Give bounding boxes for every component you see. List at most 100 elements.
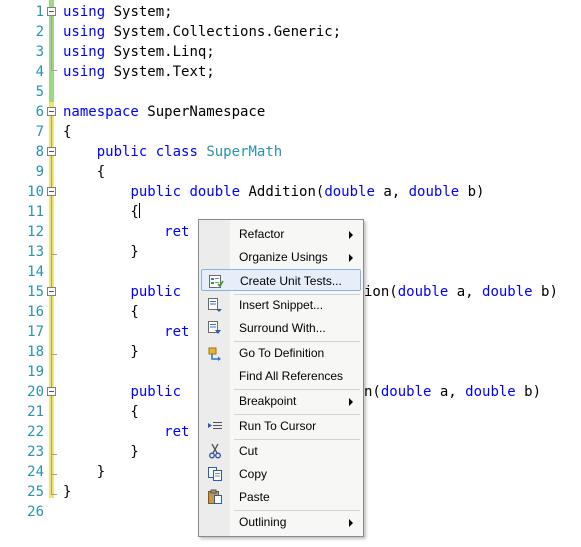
paste-icon xyxy=(208,489,222,504)
surround-with-icon xyxy=(208,321,221,334)
collapse-toggle[interactable] xyxy=(47,7,56,16)
line-number: 2 xyxy=(35,24,44,40)
keyword: double xyxy=(408,184,460,200)
submenu-arrow-icon xyxy=(349,254,353,262)
line-number: 20 xyxy=(27,384,44,400)
code-line[interactable]: { xyxy=(63,122,71,142)
scissors-icon xyxy=(209,443,221,459)
line-number: 5 xyxy=(35,84,44,100)
keyword: ret xyxy=(164,224,190,240)
code-line[interactable]: ret xyxy=(63,322,189,342)
keyword: double xyxy=(324,184,375,200)
menu-item-label: Outlining xyxy=(239,515,287,529)
line-number: 23 xyxy=(27,444,44,460)
line-number: 16 xyxy=(27,304,44,320)
code-line[interactable]: using System.Collections.Generic; xyxy=(63,22,341,42)
keyword: using xyxy=(63,4,106,20)
code-line[interactable]: using System.Text; xyxy=(63,62,215,82)
menu-item-label: Create Unit Tests... xyxy=(240,274,342,288)
line-number: 7 xyxy=(35,124,44,140)
code-line[interactable]: using System.Linq; xyxy=(63,42,215,62)
code-line-fragment[interactable]: ion(double a, double b) xyxy=(364,282,558,302)
line-number: 25 xyxy=(27,484,44,500)
menu-item-outlining[interactable]: Outlining xyxy=(201,511,361,533)
type-name: SuperMath xyxy=(206,144,283,160)
collapse-toggle[interactable] xyxy=(47,147,56,156)
menu-item-label: Organize Usings xyxy=(239,250,328,264)
keyword: ret xyxy=(164,324,190,340)
code-line[interactable]: public xyxy=(63,282,181,302)
copy-icon xyxy=(208,467,222,481)
menu-item-create-unit-tests[interactable]: Create Unit Tests... xyxy=(201,269,361,291)
keyword: using xyxy=(63,24,106,40)
keyword: public xyxy=(130,384,182,400)
menu-item-label: Breakpoint xyxy=(239,394,297,408)
keyword: double xyxy=(397,284,449,300)
collapse-toggle[interactable] xyxy=(47,187,56,196)
menu-item-go-to-definition[interactable]: Go To Definition xyxy=(201,342,361,364)
menu-item-label: Insert Snippet... xyxy=(239,298,324,312)
code-text: a, xyxy=(448,284,483,300)
code-line[interactable]: } xyxy=(63,482,71,502)
outline-end xyxy=(51,254,57,255)
code-line-fragment[interactable]: n(double a, double b) xyxy=(364,382,541,402)
keyword: double xyxy=(465,384,516,400)
menu-item-paste[interactable]: Paste xyxy=(201,486,361,508)
keyword: double xyxy=(380,384,432,400)
code-line[interactable]: public xyxy=(63,382,181,402)
code-text: System.Collections.Generic; xyxy=(105,24,342,40)
code-line[interactable]: namespace SuperNamespace xyxy=(63,102,265,122)
keyword: double xyxy=(189,184,241,200)
line-number: 21 xyxy=(27,404,44,420)
code-line[interactable]: { xyxy=(63,302,138,322)
keyword: public xyxy=(130,184,182,200)
outline-end xyxy=(51,354,57,355)
code-line[interactable]: } xyxy=(63,442,138,462)
keyword: double xyxy=(482,284,533,300)
menu-item-label: Cut xyxy=(239,444,258,458)
menu-item-label: Find All References xyxy=(239,369,344,383)
outline-end xyxy=(51,70,57,71)
line-number: 6 xyxy=(35,104,44,120)
menu-item-refactor[interactable]: Refactor xyxy=(201,223,361,245)
line-number: 17 xyxy=(27,324,44,340)
menu-item-label: Copy xyxy=(239,467,268,481)
code-line[interactable]: { xyxy=(63,402,138,422)
code-text: n( xyxy=(364,384,381,400)
run-to-cursor-icon xyxy=(208,422,222,429)
menu-item-copy[interactable]: Copy xyxy=(201,463,361,485)
code-line[interactable]: { xyxy=(63,162,105,182)
collapse-toggle[interactable] xyxy=(47,387,56,396)
menu-item-find-all-references[interactable]: Find All References xyxy=(201,365,361,387)
menu-item-run-to-cursor[interactable]: Run To Cursor xyxy=(201,415,361,437)
line-number: 18 xyxy=(27,344,44,360)
menu-item-insert-snippet[interactable]: Insert Snippet... xyxy=(201,294,361,316)
code-line[interactable]: public class SuperMath xyxy=(63,142,282,162)
code-line[interactable]: } xyxy=(63,242,138,262)
line-number: 3 xyxy=(35,44,44,60)
collapse-toggle[interactable] xyxy=(47,287,56,296)
submenu-arrow-icon xyxy=(349,519,353,527)
menu-item-cut[interactable]: Cut xyxy=(201,440,361,462)
go-to-definition-icon xyxy=(208,347,221,361)
code-line[interactable]: { xyxy=(63,202,140,222)
collapse-toggle[interactable] xyxy=(47,107,56,116)
submenu-arrow-icon xyxy=(349,231,353,239)
code-line[interactable]: } xyxy=(63,462,105,482)
menu-item-breakpoint[interactable]: Breakpoint xyxy=(201,390,361,412)
code-line[interactable]: ret xyxy=(63,222,189,242)
menu-item-organize-usings[interactable]: Organize Usings xyxy=(201,246,361,268)
code-line[interactable]: public double Addition(double a, double … xyxy=(63,182,484,202)
code-line[interactable]: ret xyxy=(63,422,189,442)
code-line[interactable]: using System; xyxy=(63,2,173,22)
line-number: 4 xyxy=(35,64,44,80)
line-number: 8 xyxy=(35,144,44,160)
menu-item-surround-with[interactable]: Surround With... xyxy=(201,317,361,339)
code-line[interactable]: } xyxy=(63,342,138,362)
